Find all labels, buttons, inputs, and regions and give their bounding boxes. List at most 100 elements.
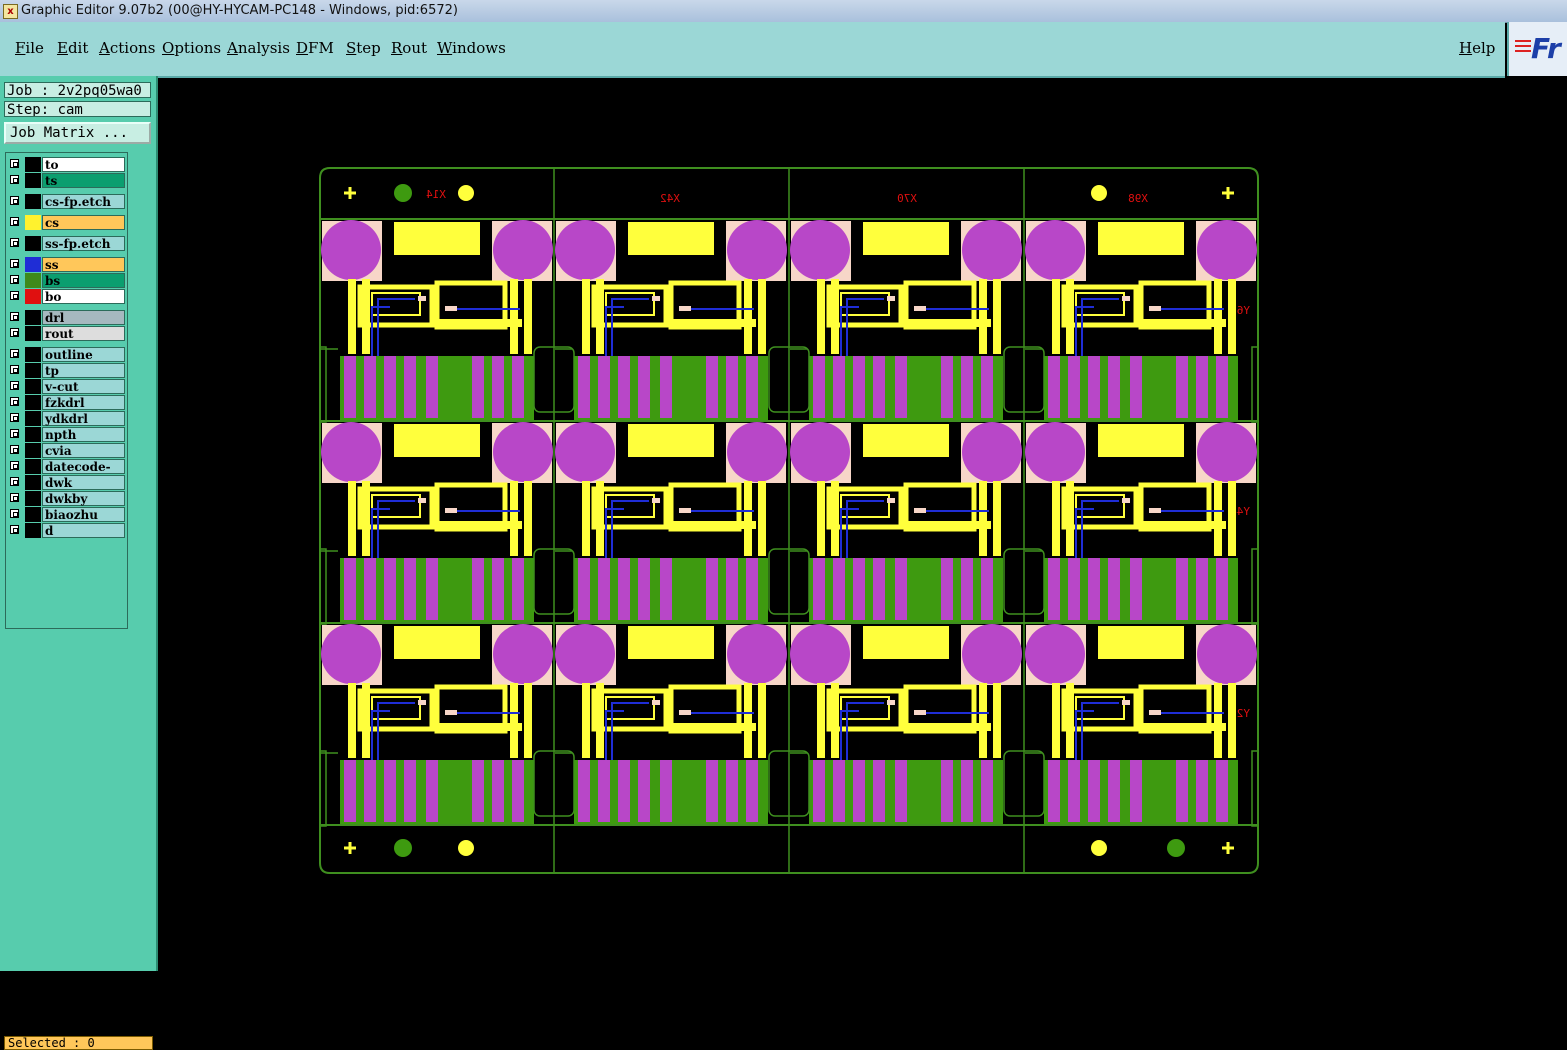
graphic-canvas[interactable]: X14 X42 X70 X98 Y68 Y44 Y20 — [158, 78, 1567, 971]
layer-color-swatch[interactable] — [25, 347, 41, 362]
menu-step[interactable]: Step — [346, 39, 381, 57]
layer-color-swatch[interactable] — [25, 475, 41, 490]
layer-checkbox[interactable] — [10, 429, 19, 438]
layer-row-cs-fp.etch[interactable]: cs-fp.etch — [8, 194, 126, 209]
layer-row-drl[interactable]: drl — [8, 310, 126, 325]
layer-name[interactable]: datecode-to — [42, 459, 125, 489]
layer-checkbox[interactable] — [10, 159, 19, 168]
layer-row-npth[interactable]: npth — [8, 427, 126, 442]
layer-name[interactable]: ydkdrl — [42, 411, 125, 426]
menu-dfm[interactable]: DFM — [296, 39, 334, 57]
menu-analysis[interactable]: Analysis — [227, 39, 290, 57]
layer-checkbox[interactable] — [10, 217, 19, 226]
layer-checkbox[interactable] — [10, 525, 19, 534]
layer-row-ts[interactable]: ts — [8, 173, 126, 188]
layer-name[interactable]: dwk — [42, 475, 125, 490]
layer-checkbox[interactable] — [10, 238, 19, 247]
layer-name[interactable]: fzkdrl — [42, 395, 125, 410]
layer-name[interactable]: cs — [42, 215, 125, 230]
layer-color-swatch[interactable] — [25, 443, 41, 458]
layer-name[interactable]: biaozhu — [42, 507, 125, 522]
layer-checkbox[interactable] — [10, 349, 19, 358]
menu-rout[interactable]: Rout — [391, 39, 427, 57]
layer-name[interactable]: to — [42, 157, 125, 172]
layer-name[interactable]: ts — [42, 173, 125, 188]
layer-name[interactable]: rout — [42, 326, 125, 341]
layer-name[interactable]: ss-fp.etch — [42, 236, 125, 251]
layer-checkbox[interactable] — [10, 413, 19, 422]
layer-name[interactable]: d — [42, 523, 125, 538]
layer-name[interactable]: tp — [42, 363, 125, 378]
layer-checkbox[interactable] — [10, 477, 19, 486]
layer-row-outline[interactable]: outline — [8, 347, 126, 362]
layer-name[interactable]: dwkby — [42, 491, 125, 506]
layer-row-d[interactable]: d — [8, 523, 126, 538]
layer-color-swatch[interactable] — [25, 507, 41, 522]
layer-name[interactable]: cvia — [42, 443, 125, 458]
menu-help[interactable]: Help — [1459, 39, 1495, 57]
layer-row-to[interactable]: to — [8, 157, 126, 172]
layer-name[interactable]: ss — [42, 257, 125, 272]
layer-color-swatch[interactable] — [25, 215, 41, 230]
layer-row-ss[interactable]: ss — [8, 257, 126, 272]
layer-name[interactable]: bs — [42, 273, 125, 288]
layer-name[interactable]: outline — [42, 347, 125, 362]
menu-edit[interactable]: Edit — [57, 39, 88, 57]
layer-color-swatch[interactable] — [25, 395, 41, 410]
layer-checkbox[interactable] — [10, 445, 19, 454]
layer-name[interactable]: npth — [42, 427, 125, 442]
layer-checkbox[interactable] — [10, 381, 19, 390]
layer-color-swatch[interactable] — [25, 491, 41, 506]
pcb-panel-view[interactable]: X14 X42 X70 X98Y68Y44Y20 — [158, 78, 1567, 971]
layer-row-ss-fp.etch[interactable]: ss-fp.etch — [8, 236, 126, 251]
layer-row-datecode-to[interactable]: datecode-to — [8, 459, 126, 489]
job-matrix-button[interactable]: Job Matrix ... — [4, 122, 151, 144]
layer-color-swatch[interactable] — [25, 236, 41, 251]
layer-name[interactable]: bo — [42, 289, 125, 304]
layer-row-cs[interactable]: cs — [8, 215, 126, 230]
layer-checkbox[interactable] — [10, 175, 19, 184]
layer-color-swatch[interactable] — [25, 411, 41, 426]
menu-file[interactable]: File — [15, 39, 44, 57]
layer-name[interactable]: drl — [42, 310, 125, 325]
layer-checkbox[interactable] — [10, 461, 19, 470]
layer-row-rout[interactable]: rout — [8, 326, 126, 341]
layer-name[interactable]: v-cut — [42, 379, 125, 394]
layer-row-dwk[interactable]: dwk — [8, 475, 126, 490]
layer-row-dwkby[interactable]: dwkby — [8, 491, 126, 506]
layer-row-ydkdrl[interactable]: ydkdrl — [8, 411, 126, 426]
layer-row-bo[interactable]: bo — [8, 289, 126, 304]
layer-color-swatch[interactable] — [25, 326, 41, 341]
layer-name[interactable]: cs-fp.etch — [42, 194, 125, 209]
layer-row-fzkdrl[interactable]: fzkdrl — [8, 395, 126, 410]
layer-color-swatch[interactable] — [25, 157, 41, 172]
layer-checkbox[interactable] — [10, 196, 19, 205]
layer-checkbox[interactable] — [10, 328, 19, 337]
layer-checkbox[interactable] — [10, 365, 19, 374]
layer-row-cvia[interactable]: cvia — [8, 443, 126, 458]
layer-color-swatch[interactable] — [25, 310, 41, 325]
layer-color-swatch[interactable] — [25, 273, 41, 288]
layer-checkbox[interactable] — [10, 397, 19, 406]
menu-options[interactable]: Options — [162, 39, 221, 57]
layer-checkbox[interactable] — [10, 312, 19, 321]
menu-actions[interactable]: Actions — [99, 39, 155, 57]
layer-row-tp[interactable]: tp — [8, 363, 126, 378]
layer-row-v-cut[interactable]: v-cut — [8, 379, 126, 394]
layer-color-swatch[interactable] — [25, 379, 41, 394]
layer-checkbox[interactable] — [10, 259, 19, 268]
layer-color-swatch[interactable] — [25, 523, 41, 538]
layer-color-swatch[interactable] — [25, 173, 41, 188]
layer-checkbox[interactable] — [10, 509, 19, 518]
layer-checkbox[interactable] — [10, 291, 19, 300]
layer-color-swatch[interactable] — [25, 363, 41, 378]
layer-checkbox[interactable] — [10, 275, 19, 284]
layer-color-swatch[interactable] — [25, 194, 41, 209]
menu-windows[interactable]: Windows — [437, 39, 506, 57]
layer-row-biaozhu[interactable]: biaozhu — [8, 507, 126, 522]
layer-color-swatch[interactable] — [25, 427, 41, 442]
layer-color-swatch[interactable] — [25, 289, 41, 304]
layer-checkbox[interactable] — [10, 493, 19, 502]
layer-row-bs[interactable]: bs — [8, 273, 126, 288]
layer-color-swatch[interactable] — [25, 257, 41, 272]
